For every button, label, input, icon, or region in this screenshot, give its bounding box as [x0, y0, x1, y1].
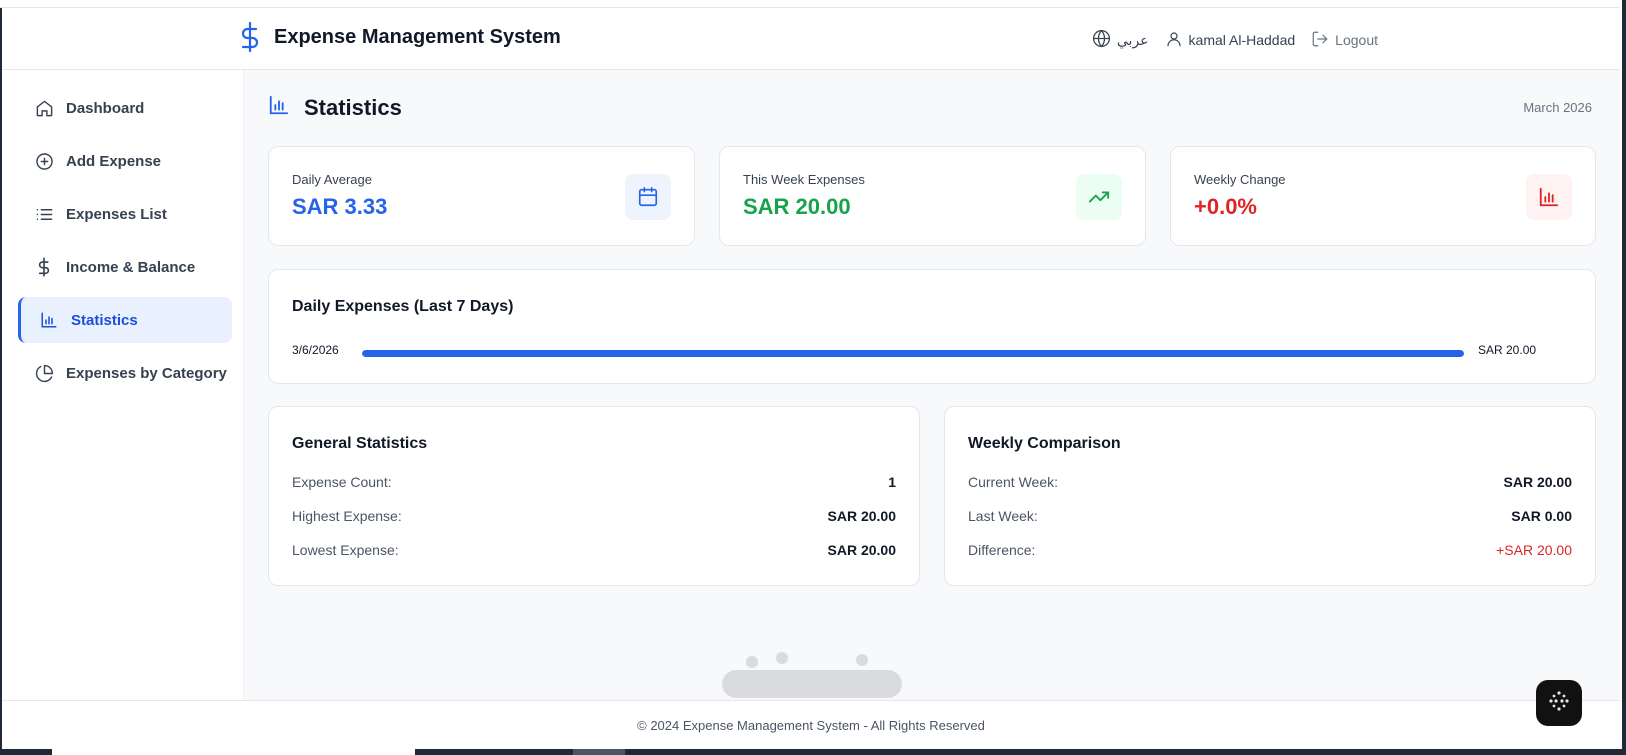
logout-label: Logout: [1335, 32, 1378, 48]
stat-value: SAR 20.00: [743, 194, 851, 219]
sidebar-item-label: Add Expense: [66, 152, 162, 170]
floating-assistant-button[interactable]: [1536, 680, 1582, 726]
bar-date: 3/6/2026: [292, 343, 339, 357]
stat-row-value: SAR 0.00: [1511, 508, 1572, 524]
logout-icon: [1311, 30, 1329, 51]
calendar-icon: [625, 174, 671, 220]
user-name: kamal Al-Haddad: [1188, 32, 1296, 48]
footer-copyright: © 2024 Expense Management System - All R…: [637, 717, 985, 733]
stat-card-weekly-change: Weekly Change +0.0%: [1170, 146, 1596, 246]
stat-value: +0.0%: [1194, 194, 1257, 219]
globe-icon: [1092, 29, 1111, 51]
stat-row-value: +SAR 20.00: [1496, 542, 1572, 558]
sidebar-item-add-expense[interactable]: Add Expense: [18, 138, 232, 184]
stat-row: Last Week: SAR 0.00: [968, 506, 1572, 526]
daily-expenses-card: Daily Expenses (Last 7 Days) 3/6/2026 SA…: [268, 269, 1596, 384]
list-icon: [34, 204, 54, 224]
stat-row-label: Highest Expense:: [292, 508, 402, 524]
brand[interactable]: Expense Management System: [238, 21, 561, 53]
taskbar-segment: [52, 749, 415, 755]
user-icon: [1165, 30, 1183, 51]
progress-bar-track: [362, 350, 1464, 357]
stat-row: Current Week: SAR 20.00: [968, 472, 1572, 492]
stat-card-this-week: This Week Expenses SAR 20.00: [719, 146, 1146, 246]
sidebar-item-expenses-list[interactable]: Expenses List: [18, 191, 232, 237]
top-strip: [0, 0, 1620, 8]
stat-row: Difference: +SAR 20.00: [968, 540, 1572, 560]
app-header: Expense Management System عربي kamal Al-…: [2, 8, 1620, 70]
dollar-icon: [238, 21, 262, 53]
stat-card-daily-average: Daily Average SAR 3.33: [268, 146, 695, 246]
sidebar-item-expenses-by-category[interactable]: Expenses by Category: [18, 350, 232, 396]
section-title: General Statistics: [292, 435, 428, 452]
sidebar-item-label: Dashboard: [66, 99, 145, 117]
section-title: Weekly Comparison: [968, 435, 1121, 452]
sidebar-item-dashboard[interactable]: Dashboard: [18, 85, 232, 131]
footer: © 2024 Expense Management System - All R…: [2, 700, 1620, 749]
stat-row: Highest Expense: SAR 20.00: [292, 506, 896, 526]
bar-chart-icon: [268, 94, 290, 121]
taskbar-strip: [0, 749, 1626, 755]
sidebar-item-income-balance[interactable]: Income & Balance: [18, 244, 232, 290]
main-content: Statistics March 2026 Daily Average SAR …: [244, 70, 1620, 700]
stat-row-value: SAR 20.00: [827, 542, 896, 558]
bar-chart-icon: [39, 310, 59, 330]
stat-value: SAR 3.33: [292, 194, 388, 219]
sidebar-item-label: Statistics: [71, 311, 138, 329]
stat-row-label: Expense Count:: [292, 474, 392, 490]
app-title: Expense Management System: [274, 25, 561, 48]
stat-row-value: SAR 20.00: [1503, 474, 1572, 490]
general-statistics-card: General Statistics Expense Count: 1 High…: [268, 406, 920, 586]
stat-label: Weekly Change: [1194, 172, 1286, 187]
stat-row-label: Lowest Expense:: [292, 542, 399, 558]
language-switch[interactable]: عربي: [1092, 29, 1149, 51]
weekly-comparison-card: Weekly Comparison Current Week: SAR 20.0…: [944, 406, 1596, 586]
home-icon: [34, 98, 54, 118]
dollar-icon: [34, 257, 54, 277]
bar-value: SAR 20.00: [1478, 343, 1537, 357]
plus-circle-icon: [34, 151, 54, 171]
stat-row-label: Last Week:: [968, 508, 1038, 524]
sidebar-item-label: Expenses List: [66, 205, 167, 223]
stat-row: Lowest Expense: SAR 20.00: [292, 540, 896, 560]
sparkle-grid-icon: [1548, 690, 1570, 717]
stat-label: Daily Average: [292, 172, 372, 187]
progress-bar-fill: [362, 350, 1464, 357]
stat-label: This Week Expenses: [743, 172, 865, 187]
stat-row-label: Current Week:: [968, 474, 1058, 490]
page-date: March 2026: [1523, 100, 1592, 115]
sidebar-item-label: Expenses by Category: [66, 364, 227, 382]
pie-chart-icon: [34, 363, 54, 383]
page-title: Statistics: [304, 94, 402, 120]
stat-row: Expense Count: 1: [292, 472, 896, 492]
stat-row-value: SAR 20.00: [827, 508, 896, 524]
section-title: Daily Expenses (Last 7 Days): [292, 298, 514, 315]
sidebar: Dashboard Add Expense Expenses List Inco…: [2, 70, 244, 700]
taskbar-segment: [573, 749, 625, 755]
trending-up-icon: [1076, 174, 1122, 220]
user-menu[interactable]: kamal Al-Haddad: [1165, 30, 1296, 51]
logout-button[interactable]: Logout: [1311, 30, 1378, 51]
stat-row-value: 1: [888, 474, 896, 490]
language-label: عربي: [1116, 31, 1149, 48]
stat-row-label: Difference:: [968, 542, 1036, 558]
sidebar-item-statistics[interactable]: Statistics: [18, 297, 232, 343]
bar-chart-icon: [1526, 174, 1572, 220]
sidebar-item-label: Income & Balance: [66, 258, 196, 276]
